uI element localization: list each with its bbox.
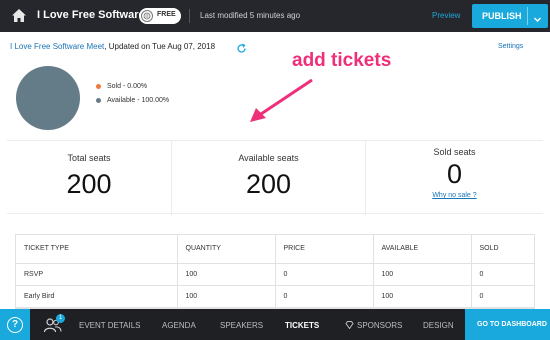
dashboard-label: GO TO DASHBOARD [477,321,547,328]
total-seats-stat: Total seats 200 [7,141,171,215]
legend-sold-label: Sold - 0.00% [107,83,148,90]
nav-sponsors-label: SPONSORS [357,321,403,330]
help-icon: ? [7,317,23,333]
quantity-cell: 100 [177,285,276,308]
preview-link[interactable]: Preview [432,11,460,20]
col-available: AVAILABLE [373,235,472,264]
tickets-table: TICKET TYPE QUANTITY PRICE AVAILABLE SOL… [15,234,535,309]
col-quantity: QUANTITY [177,235,276,264]
publish-label: PUBLISH [482,11,522,21]
seat-stats: Total seats 200 Available seats 200 Sold… [7,140,543,215]
quantity-cell: 100 [177,263,276,286]
col-ticket-type: TICKET TYPE [16,235,178,264]
bottom-nav-bar: ? 1 EVENT DETAILS AGENDA SPEAKERS TICKET… [0,309,550,340]
total-seats-label: Total seats [67,153,111,163]
header-divider [189,9,190,23]
event-info-line: I Love Free Software Meet, Updated on Tu… [10,42,215,51]
ticket-type-cell: Early Bird [16,285,178,308]
refresh-icon[interactable] [236,41,247,59]
go-to-dashboard-button[interactable]: GO TO DASHBOARD [465,309,550,340]
sold-seats-label: Sold seats [433,147,476,157]
nav-tickets[interactable]: TICKETS [285,321,319,330]
event-name-link[interactable]: I Love Free Software Meet [10,42,104,51]
sold-cell: 0 [471,285,534,308]
total-seats-value: 200 [66,169,112,199]
diamond-icon [345,321,354,331]
available-cell: 100 [373,285,472,308]
col-price: PRICE [275,235,374,264]
nav-sponsors[interactable]: SPONSORS [345,321,402,331]
price-cell: 0 [275,263,374,286]
annotation-arrow-icon [250,78,313,122]
why-no-sale-link[interactable]: Why no sale ? [366,192,543,199]
available-seats-value: 200 [245,169,292,199]
legend-available-dot [96,97,101,103]
price-cell: 0 [275,285,374,308]
available-seats-label: Available seats [238,153,299,163]
home-icon[interactable] [10,7,28,25]
legend-sold-dot [96,83,101,89]
sold-seats-stat: Sold seats 0 Why no sale ? [366,141,543,215]
table-row[interactable]: Early Bird 100 0 100 0 [16,285,534,308]
nav-event-details[interactable]: EVENT DETAILS [79,321,141,330]
table-row[interactable]: RSVP 100 0 100 0 [16,263,534,286]
nav-agenda[interactable]: AGENDA [162,321,196,330]
updated-text: , Updated on Tue Aug 07, 2018 [104,42,216,51]
sales-pie-chart [16,66,80,130]
price-tag-icon [141,10,153,22]
col-sold: SOLD [471,235,534,264]
chevron-down-icon[interactable] [533,11,542,29]
table-header-row: TICKET TYPE QUANTITY PRICE AVAILABLE SOL… [16,235,534,264]
help-button[interactable]: ? [0,309,30,340]
notification-badge: 1 [56,314,65,323]
available-seats-stat: Available seats 200 [172,141,365,215]
settings-link[interactable]: Settings [498,43,523,50]
free-toggle[interactable]: FREE [139,8,181,24]
publish-divider [527,7,528,25]
nav-speakers[interactable]: SPEAKERS [220,321,263,330]
publish-button[interactable]: PUBLISH [472,4,548,28]
available-cell: 100 [373,263,472,286]
sold-cell: 0 [471,263,534,286]
nav-design[interactable]: DESIGN [423,321,454,330]
last-modified-text: Last modified 5 minutes ago [200,11,301,20]
top-bar: I Love Free Software ... FREE Last modif… [0,0,550,32]
sold-seats-value: 0 [446,159,463,189]
legend-sold: Sold - 0.00% [96,83,147,90]
free-label: FREE [157,11,176,18]
legend-available-label: Available - 100.00% [107,97,170,104]
legend-available: Available - 100.00% [96,97,169,104]
ticket-type-cell: RSVP [16,263,178,286]
